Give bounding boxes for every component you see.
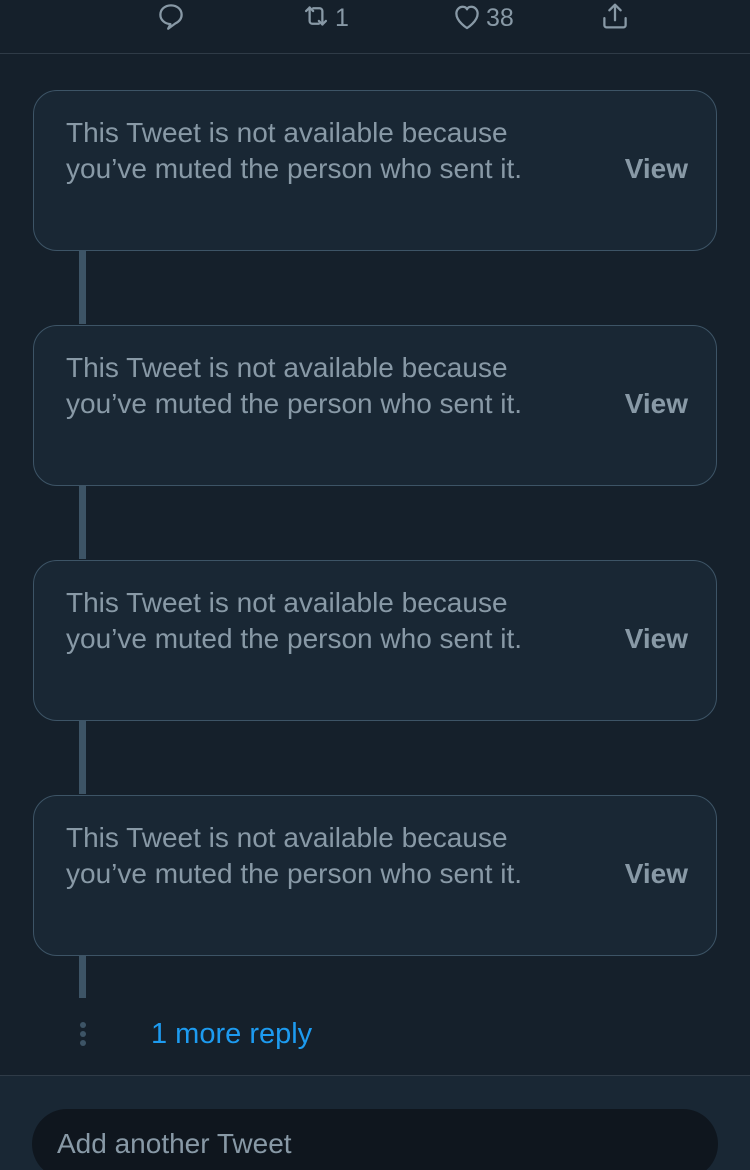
muted-tweet-card: This Tweet is not available because you’… (33, 90, 717, 251)
muted-tweet-card: This Tweet is not available because you’… (33, 325, 717, 486)
reply-button[interactable] (154, 0, 188, 36)
muted-tweet-card: This Tweet is not available because you’… (33, 560, 717, 721)
share-button[interactable] (598, 0, 632, 36)
muted-tweet-message: This Tweet is not available because you’… (66, 352, 523, 419)
add-tweet-placeholder: Add another Tweet (57, 1128, 292, 1159)
like-count: 38 (486, 3, 514, 32)
retweet-count: 1 (335, 3, 349, 32)
thread-connector-line (79, 721, 86, 794)
tweet-action-bar: 1 38 (0, 0, 750, 54)
retweet-button[interactable]: 1 (299, 0, 349, 36)
muted-tweet-message: This Tweet is not available because you’… (66, 117, 523, 184)
add-tweet-input[interactable]: Add another Tweet (32, 1109, 718, 1170)
thread-connector-line (79, 251, 86, 324)
more-replies-link[interactable]: 1 more reply (151, 1018, 312, 1051)
thread-connector-line (79, 956, 86, 998)
muted-tweet-card: This Tweet is not available because you’… (33, 795, 717, 956)
thread-connector-line (79, 486, 86, 559)
heart-icon (450, 0, 484, 38)
view-muted-tweet-button[interactable]: View (625, 623, 688, 655)
view-muted-tweet-button[interactable]: View (625, 388, 688, 420)
muted-tweet-message: This Tweet is not available because you’… (66, 587, 523, 654)
retweet-icon (299, 0, 333, 38)
muted-tweet-message: This Tweet is not available because you’… (66, 822, 523, 889)
composer-bar: Add another Tweet (0, 1075, 750, 1170)
view-muted-tweet-button[interactable]: View (625, 153, 688, 185)
like-button[interactable]: 38 (450, 0, 514, 36)
view-muted-tweet-button[interactable]: View (625, 858, 688, 890)
more-replies-dots-icon (79, 1022, 87, 1048)
reply-icon (154, 0, 188, 38)
tweet-thread-screen: 1 38 This Tweet is not available because… (0, 0, 750, 1170)
share-icon (598, 0, 632, 38)
